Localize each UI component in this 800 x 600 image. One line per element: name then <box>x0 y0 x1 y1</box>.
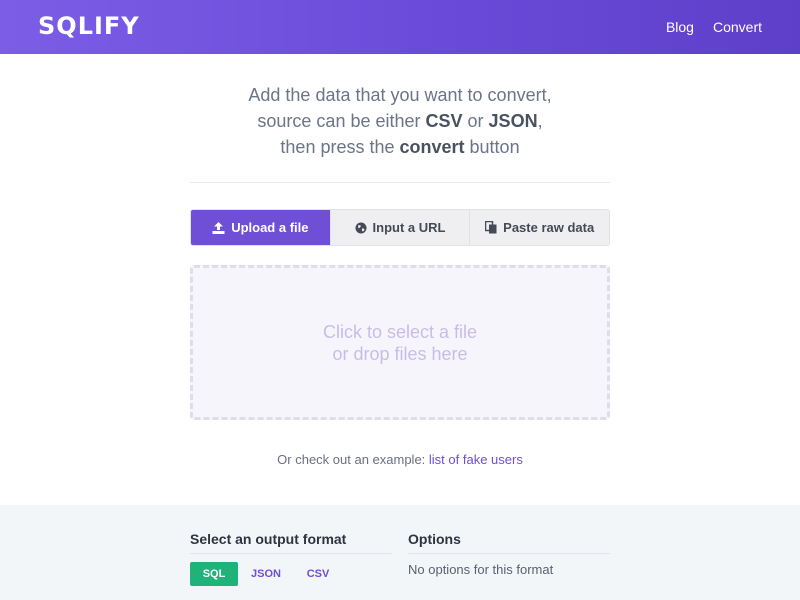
tab-label: Paste raw data <box>503 220 595 235</box>
dropzone-line-1: Click to select a file <box>322 321 478 342</box>
options-empty-text: No options for this format <box>408 562 554 577</box>
intro-text: Add the data that you want to convert, s… <box>190 82 610 160</box>
example-link[interactable]: list of fake users <box>429 452 523 467</box>
file-dropzone[interactable]: Click to select a file or drop files her… <box>190 265 610 420</box>
tab-label: Input a URL <box>372 220 446 235</box>
upload-icon <box>212 221 225 234</box>
format-csv-button[interactable]: CSV <box>296 562 340 586</box>
format-sql-button[interactable]: SQL <box>190 562 238 586</box>
divider <box>190 182 610 183</box>
options-title: Options <box>408 531 461 547</box>
top-nav: Blog Convert <box>666 19 762 35</box>
intro-line-2: source can be either CSV or JSON, <box>190 108 610 134</box>
output-format-title: Select an output format <box>190 531 347 547</box>
intro-text-fragment: , <box>537 111 543 131</box>
output-format-divider <box>190 553 392 554</box>
tab-label: Upload a file <box>231 220 309 235</box>
intro-convert: convert <box>399 137 465 157</box>
intro-json: JSON <box>488 111 538 131</box>
format-json-button[interactable]: JSON <box>243 562 289 586</box>
intro-text-fragment: source can be either <box>257 111 426 131</box>
intro-csv: CSV <box>425 111 463 131</box>
tab-upload-file[interactable]: Upload a file <box>191 210 330 245</box>
intro-line-1: Add the data that you want to convert, <box>248 85 552 105</box>
options-divider <box>408 553 610 554</box>
site-logo[interactable]: SQLIFY <box>38 12 140 40</box>
intro-line-3: then press the convert button <box>190 134 610 160</box>
tab-paste-raw-data[interactable]: Paste raw data <box>469 210 609 245</box>
globe-icon <box>355 222 367 234</box>
intro-text-fragment: button <box>464 137 520 157</box>
tab-input-url[interactable]: Input a URL <box>329 210 470 245</box>
example-prefix: Or check out an example: <box>277 452 429 467</box>
intro-text-fragment: then press the <box>280 137 400 157</box>
dropzone-line-2: or drop files here <box>332 343 468 364</box>
nav-link-blog[interactable]: Blog <box>666 19 694 35</box>
nav-link-convert[interactable]: Convert <box>713 19 762 35</box>
input-method-tabs: Upload a file Input a URL Paste raw data <box>190 209 610 246</box>
clipboard-icon <box>485 221 497 234</box>
example-line: Or check out an example: list of fake us… <box>0 452 800 467</box>
intro-text-fragment: or <box>462 111 489 131</box>
output-settings-panel <box>0 505 800 600</box>
top-navbar: SQLIFY Blog Convert <box>0 0 800 54</box>
